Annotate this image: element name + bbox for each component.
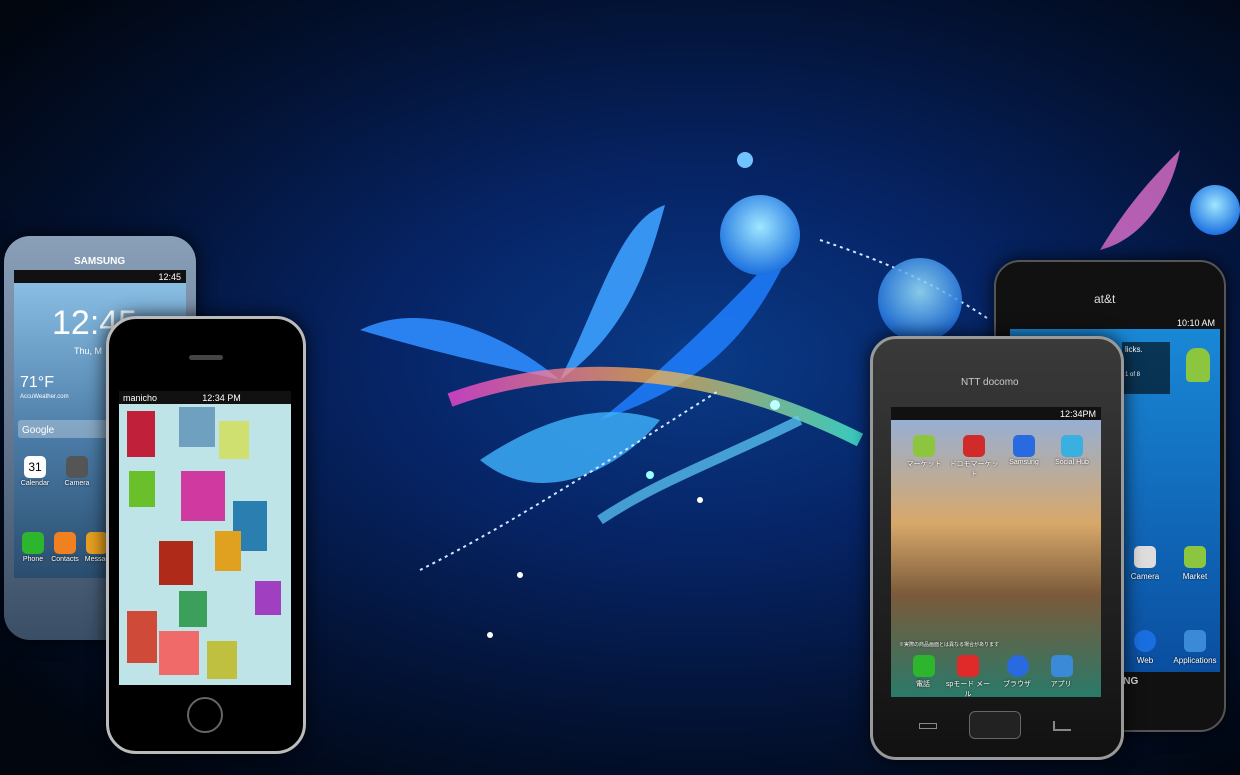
docomo-status-bar: 12:34PM bbox=[891, 407, 1101, 420]
google-logo: Google bbox=[22, 425, 55, 436]
samsung-brand: SAMSUNG bbox=[74, 256, 126, 267]
docomo-phone: NTT docomo 12:34PM マーケット ドコモマーケット Samsun… bbox=[870, 336, 1124, 760]
android-icon bbox=[1186, 348, 1210, 382]
app3-label: Samsung bbox=[1009, 459, 1039, 466]
iphone-screen: manicho 12:34 PM bbox=[119, 391, 291, 685]
app1-label: マーケット bbox=[906, 461, 942, 468]
camera-icon[interactable] bbox=[66, 456, 88, 478]
dock4-label: アプリ bbox=[1050, 681, 1072, 688]
att-brand: at&t bbox=[1094, 292, 1116, 306]
applications-label: Applications bbox=[1173, 656, 1217, 665]
calendar-icon[interactable]: 31 bbox=[24, 456, 46, 478]
disclaimer-text: ※実際の商品画面とは異なる場合があります bbox=[899, 642, 1000, 648]
home-button[interactable] bbox=[969, 711, 1021, 739]
photo-tile[interactable] bbox=[159, 631, 199, 675]
speaker-grille bbox=[189, 355, 223, 360]
dock2-label: spモード メール bbox=[945, 681, 991, 697]
web-icon[interactable] bbox=[1134, 630, 1156, 652]
dock3-label: ブラウザ bbox=[1003, 681, 1031, 688]
photo-tile[interactable] bbox=[207, 641, 237, 679]
status-time: 12:45 bbox=[158, 271, 181, 282]
status-bar: 12:45 bbox=[14, 270, 186, 283]
google-search-bar[interactable]: Google bbox=[18, 420, 108, 438]
iphone: manicho 12:34 PM bbox=[106, 316, 306, 754]
social-hub-icon[interactable] bbox=[1061, 435, 1083, 457]
phone-icon[interactable] bbox=[22, 532, 44, 554]
photo-tile[interactable] bbox=[159, 541, 193, 585]
contacts-label: Contacts bbox=[51, 556, 79, 563]
widget-card[interactable]: licks. 1 of 8 bbox=[1122, 342, 1170, 394]
dock1-label: 電話 bbox=[916, 681, 930, 688]
calendar-label: Calendar bbox=[20, 480, 50, 487]
iphone-status-bar: manicho 12:34 PM bbox=[119, 391, 291, 404]
calendar-day: 31 bbox=[28, 460, 42, 474]
att-time: 10:10 AM bbox=[1176, 317, 1215, 328]
market-label: Market bbox=[1182, 572, 1208, 581]
weather-temp: 71°F bbox=[20, 374, 54, 391]
messaging-icon[interactable] bbox=[86, 532, 108, 554]
camera-label: Camera bbox=[1130, 572, 1160, 581]
carrier-label: manicho bbox=[123, 392, 158, 403]
weather-source: AccuWeather.com bbox=[20, 394, 69, 400]
photo-tile[interactable] bbox=[127, 411, 155, 457]
docomo-time: 12:34PM bbox=[1059, 408, 1096, 419]
menu-key-icon[interactable] bbox=[919, 723, 937, 729]
photo-tile[interactable] bbox=[129, 471, 155, 507]
widget-page: 1 of 8 bbox=[1125, 372, 1141, 378]
camera-icon[interactable] bbox=[1134, 546, 1156, 568]
photo-tile[interactable] bbox=[179, 407, 215, 447]
samsung-apps-icon[interactable] bbox=[1013, 435, 1035, 457]
photo-tile[interactable] bbox=[127, 611, 157, 663]
photo-tile[interactable] bbox=[219, 421, 249, 459]
photo-tile[interactable] bbox=[179, 591, 207, 627]
phone-icon[interactable] bbox=[913, 655, 935, 677]
applications-icon[interactable] bbox=[1184, 630, 1206, 652]
docomo-screen: 12:34PM マーケット ドコモマーケット Samsung Social Hu… bbox=[891, 407, 1101, 697]
camera-label: Camera bbox=[64, 480, 90, 487]
browser-icon[interactable] bbox=[1007, 655, 1029, 677]
back-key-icon[interactable] bbox=[1053, 721, 1071, 731]
market-icon[interactable] bbox=[913, 435, 935, 457]
mail-icon[interactable] bbox=[957, 655, 979, 677]
docomo-brand: NTT docomo bbox=[961, 377, 1019, 388]
contacts-icon[interactable] bbox=[54, 532, 76, 554]
date-label: Thu, M bbox=[74, 346, 103, 356]
docomo-market-icon[interactable] bbox=[963, 435, 985, 457]
photo-tile[interactable] bbox=[215, 531, 241, 571]
photo-tile[interactable] bbox=[255, 581, 281, 615]
iphone-time: 12:34 PM bbox=[202, 392, 241, 403]
phone-label: Phone bbox=[22, 556, 44, 563]
home-button[interactable] bbox=[187, 697, 223, 733]
web-label: Web bbox=[1136, 656, 1154, 665]
apps-icon[interactable] bbox=[1051, 655, 1073, 677]
app4-label: Social Hub bbox=[1055, 459, 1089, 466]
app2-label: ドコモマーケット bbox=[949, 461, 999, 478]
att-status-bar: 10:10 AM bbox=[1010, 316, 1220, 329]
photo-tile[interactable] bbox=[181, 471, 225, 521]
market-icon[interactable] bbox=[1184, 546, 1206, 568]
widget-text: licks. bbox=[1125, 345, 1143, 354]
